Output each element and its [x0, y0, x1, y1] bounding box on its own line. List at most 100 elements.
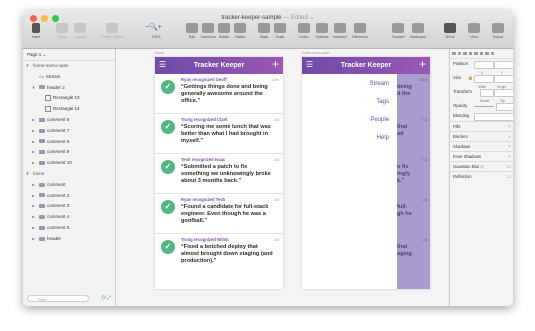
layer-group-comment-6[interactable]: comment 6: [23, 115, 115, 126]
add-border-icon[interactable]: +: [509, 132, 511, 141]
recognition-card[interactable]: ✓ Tesh recognized Isaac 1d “Submitted a …: [155, 154, 283, 194]
layer-rectangle-14[interactable]: Rectangle 14: [23, 104, 115, 115]
recognition-card[interactable]: ✓ Ryan recognized Geoff 12m “Gettings th…: [155, 74, 283, 114]
layer-group-header-2[interactable]: header 2: [23, 83, 115, 94]
toggle-checkbox-icon[interactable]: ☐: [507, 172, 511, 181]
layer-group-comment-9[interactable]: comment 9: [23, 147, 115, 158]
disclosure-triangle-icon[interactable]: [32, 162, 35, 165]
disclosure-triangle-icon[interactable]: [32, 194, 35, 197]
lock-icon[interactable]: 🔒: [468, 73, 473, 83]
add-shadow-icon[interactable]: +: [509, 142, 511, 151]
difference-icon: [354, 23, 366, 33]
layer-group-comment-4[interactable]: comment 4: [23, 212, 115, 223]
intersect-button[interactable]: Intersect: [329, 23, 351, 45]
artboard-label-home-menu-open[interactable]: home-menu-open: [302, 51, 330, 55]
canvas[interactable]: home ☰ Tracker Keeper + ✓ Ryan recognize…: [116, 49, 448, 306]
title-bar: tracker-keeper-sample — Edited ⌄ Insert …: [23, 10, 513, 49]
align-left-icon[interactable]: [452, 51, 456, 56]
sidebar-export-icons[interactable]: ⌬ ⤢: [101, 295, 111, 301]
opacity-field[interactable]: [496, 103, 513, 111]
layer-artboard-home-menu-open[interactable]: home-menu-open: [23, 61, 115, 72]
mirror-button[interactable]: Mirror: [439, 23, 461, 45]
backward-button[interactable]: Backward: [407, 23, 429, 45]
distribute-vertical-icon[interactable]: [490, 51, 494, 56]
layer-artboard-home[interactable]: home: [23, 169, 115, 180]
x-field[interactable]: [474, 61, 494, 69]
layer-group-comment-10[interactable]: comment 10: [23, 158, 115, 169]
disclosure-triangle-icon[interactable]: [26, 64, 29, 68]
disclosure-triangle-icon[interactable]: [32, 216, 35, 219]
recognition-card[interactable]: ✓ Trung recognized Clark 1d “Scoring me …: [155, 114, 283, 154]
forward-button[interactable]: Forward: [387, 23, 409, 45]
disclosure-triangle-icon[interactable]: [32, 205, 35, 208]
disclosure-triangle-icon[interactable]: [32, 118, 35, 121]
zoom-control[interactable]: −🔍+ 100%: [145, 23, 167, 45]
distribute-horizontal-icon[interactable]: [485, 51, 489, 56]
reflection-section[interactable]: Reflection ☐: [450, 171, 513, 181]
align-right-icon[interactable]: [463, 51, 467, 56]
recognition-card[interactable]: ✓ Ryan recognized Tesh 2d “Found a candi…: [155, 194, 283, 234]
align-top-icon[interactable]: [468, 51, 472, 56]
disclosure-triangle-icon[interactable]: [32, 151, 35, 154]
disclosure-triangle-icon[interactable]: [32, 183, 35, 186]
menu-item-tags[interactable]: Tags: [376, 99, 389, 105]
gaussian-blur-section[interactable]: Gaussian Blur ◇ ☐: [450, 161, 513, 171]
layer-rectangle-13[interactable]: Rectangle 13: [23, 93, 115, 104]
add-icon[interactable]: +: [419, 58, 426, 70]
artboard-label-home[interactable]: home: [155, 51, 164, 55]
recognizer-text: Trung recognized Nitish: [181, 237, 229, 242]
card-time: 2d: [422, 237, 427, 242]
page-selector[interactable]: Page 1 ⌄: [23, 49, 115, 61]
artboard-home-menu-open[interactable]: ☰ Tracker Keeper + 12m being d the 1d th…: [302, 57, 430, 289]
align-middle-icon[interactable]: [474, 51, 478, 56]
disclosure-triangle-icon[interactable]: [32, 226, 35, 229]
align-bottom-icon[interactable]: [479, 51, 483, 56]
fills-section[interactable]: Fills +: [450, 121, 513, 131]
blending-select[interactable]: [474, 113, 513, 121]
align-center-icon[interactable]: [457, 51, 461, 56]
layer-group-comment-5[interactable]: comment 5: [23, 223, 115, 234]
layer-group-comment[interactable]: comment: [23, 180, 115, 191]
disclosure-triangle-icon[interactable]: [32, 86, 35, 90]
menu-item-help[interactable]: Help: [377, 135, 389, 141]
recognizer-text: Trung recognized Clark: [181, 117, 228, 122]
flatten-button[interactable]: Flatten: [229, 23, 251, 45]
shadows-section[interactable]: Shadows +: [450, 141, 513, 151]
disclosure-triangle-icon[interactable]: [32, 237, 35, 240]
alignment-toolbar[interactable]: [450, 49, 513, 59]
view-button[interactable]: View: [463, 23, 485, 45]
layer-group-comment-8[interactable]: comment 8: [23, 137, 115, 148]
scale-button[interactable]: Scale: [269, 23, 291, 45]
insert-button[interactable]: Insert: [25, 23, 47, 45]
layer-text-stream[interactable]: Aa Stream: [23, 72, 115, 83]
layer-group-comment-2[interactable]: comment 2: [23, 191, 115, 202]
folder-icon: [39, 150, 45, 155]
card-time: 1d: [422, 117, 427, 122]
disclosure-triangle-icon[interactable]: [26, 172, 29, 176]
ungroup-button[interactable]: Ungroup: [69, 23, 91, 45]
layer-group-comment-7[interactable]: comment 7: [23, 126, 115, 137]
artboard-home[interactable]: ☰ Tracker Keeper + ✓ Ryan recognized Geo…: [155, 57, 283, 289]
export-button[interactable]: Export: [487, 23, 509, 45]
add-inner-shadow-icon[interactable]: +: [509, 152, 511, 161]
card-quote: “Submitted a patch to fix something we u…: [181, 164, 271, 184]
inner-shadows-section[interactable]: Inner Shadows +: [450, 151, 513, 161]
transform-row: Transform Rotate Flip: [450, 87, 513, 103]
menu-item-people[interactable]: People: [370, 117, 389, 123]
layer-group-header[interactable]: header: [23, 234, 115, 245]
disclosure-triangle-icon[interactable]: [32, 140, 35, 143]
layer-group-comment-3[interactable]: comment 3: [23, 201, 115, 212]
position-row: Position X Y: [450, 59, 513, 75]
opacity-slider[interactable]: [474, 105, 494, 107]
layer-filter-input[interactable]: Filter: [27, 295, 89, 302]
disclosure-triangle-icon[interactable]: [32, 129, 35, 132]
recognition-card[interactable]: ✓ Trung recognized Nitish 2d “Fixed a bo…: [155, 234, 283, 273]
add-fill-icon[interactable]: +: [509, 122, 511, 131]
borders-section[interactable]: Borders +: [450, 131, 513, 141]
menu-item-stream[interactable]: Stream: [370, 81, 389, 87]
y-field[interactable]: [494, 61, 513, 69]
toggle-checkbox-icon[interactable]: ☐: [507, 162, 511, 171]
add-icon[interactable]: +: [272, 58, 279, 70]
difference-button[interactable]: Difference: [349, 23, 371, 45]
create-symbol-button[interactable]: Create Symbol: [101, 23, 124, 45]
